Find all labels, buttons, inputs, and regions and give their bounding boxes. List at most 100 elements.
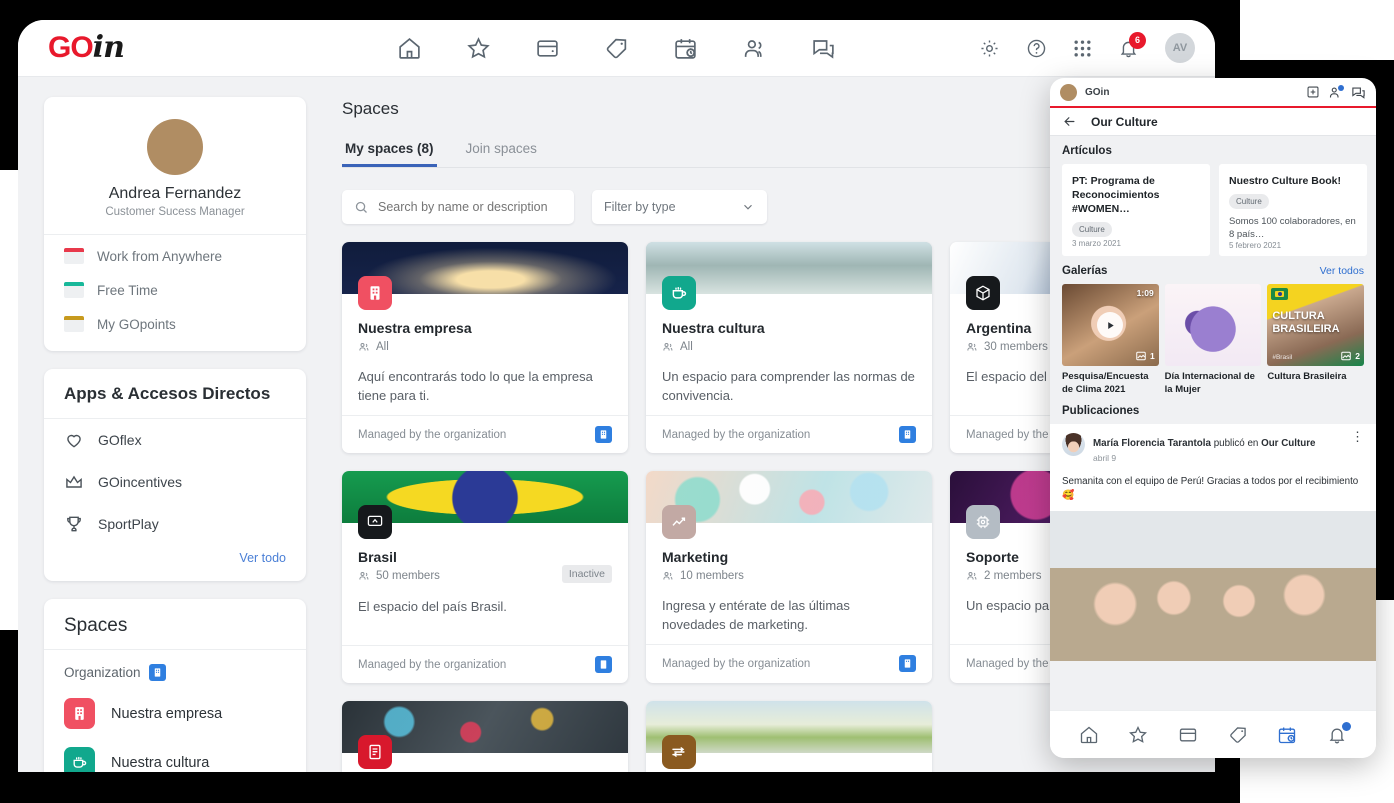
post-date: abril 9 <box>1093 453 1117 463</box>
calendar-clock-icon[interactable] <box>673 36 698 61</box>
card-members-label: 2 members <box>984 570 1042 582</box>
post-byline: María Florencia Tarantola publicó en Our… <box>1093 438 1316 449</box>
filter-label: Filter by type <box>604 200 676 214</box>
filter-by-type-select[interactable]: Filter by type <box>592 190 767 224</box>
profile-avatar[interactable] <box>147 119 203 175</box>
space-card[interactable]: Nuestra cultura All Un espacio para comp… <box>646 242 932 453</box>
card-title: Marketing <box>662 549 729 565</box>
article-card[interactable]: Nuestro Culture Book! Culture Somos 100 … <box>1219 164 1367 256</box>
app-item-label: GOflex <box>98 432 142 448</box>
bell-icon[interactable]: 6 <box>1118 31 1146 59</box>
chat-icon[interactable] <box>811 36 836 61</box>
wallet-icon[interactable] <box>1178 725 1198 745</box>
post-meta: María Florencia Tarantola publicó en Our… <box>1093 433 1343 463</box>
more-vertical-icon[interactable]: ⋮ <box>1351 430 1364 443</box>
space-card[interactable]: Marketing 10 members Ingresa y entérate … <box>646 471 932 683</box>
app-item-sportplay[interactable]: SportPlay <box>44 503 306 545</box>
card-footer: Managed by the organization <box>342 645 628 683</box>
play-icon[interactable] <box>1097 312 1124 338</box>
profile-card: Andrea Fernandez Customer Sucess Manager… <box>44 97 306 351</box>
gallery-item[interactable]: 1:09 1 Pesquisa/Encuesta de Clima 2021 <box>1062 284 1159 396</box>
space-card[interactable]: Nuestra empresa All Aquí encontrarás tod… <box>342 242 628 453</box>
home-icon[interactable] <box>397 36 422 61</box>
card-members-label: 50 members <box>376 570 440 582</box>
building-icon <box>358 276 392 310</box>
apps-title: Apps & Accesos Directos <box>44 369 306 419</box>
tab-join-spaces[interactable]: Join spaces <box>463 141 540 167</box>
gear-icon[interactable] <box>979 38 1000 59</box>
calendar-clock-icon[interactable] <box>1277 725 1297 745</box>
home-icon[interactable] <box>1079 725 1099 745</box>
tag-icon[interactable] <box>1228 725 1248 745</box>
post-card[interactable]: María Florencia Tarantola publicó en Our… <box>1050 424 1376 661</box>
trend-icon <box>662 505 696 539</box>
card-members: 10 members <box>662 570 744 582</box>
articles-row: PT: Programa de Reconocimientos #WOMEN… … <box>1050 164 1376 256</box>
add-box-icon[interactable] <box>1306 85 1320 99</box>
apps-shortcuts-card: Apps & Accesos Directos GOflex GOincenti… <box>44 369 306 581</box>
profile-item-my-gopoints[interactable]: My GOpoints <box>44 307 306 341</box>
gallery-item[interactable]: Día Internacional de la Mujer <box>1164 284 1262 396</box>
card-members-label: All <box>376 341 389 353</box>
gallery-item[interactable]: CULTURA BRASILEIRA #Brasil 2 Cultura Bra… <box>1267 284 1365 396</box>
mobile-avatar[interactable] <box>1060 83 1077 101</box>
tab-my-spaces[interactable]: My spaces (8) <box>342 141 437 167</box>
card-description: Ingresa y entérate de las últimas noveda… <box>662 598 850 632</box>
space-card[interactable]: Brasil 50 members Inactive El espacio de… <box>342 471 628 683</box>
card-body: Nuestra empresa All Aquí encontrarás tod… <box>342 294 628 415</box>
profile-role: Customer Sucess Manager <box>105 206 245 218</box>
app-item-goflex[interactable]: GOflex <box>44 419 306 461</box>
app-body: Andrea Fernandez Customer Sucess Manager… <box>18 77 1215 772</box>
profile-item-work-from-anywhere[interactable]: Work from Anywhere <box>44 239 306 273</box>
card-title: Nuestra empresa <box>358 320 472 336</box>
members-icon <box>662 570 674 582</box>
bell-icon[interactable] <box>1327 721 1352 745</box>
app-item-label: GOincentives <box>98 474 183 490</box>
star-icon[interactable] <box>466 36 491 61</box>
post-image[interactable] <box>1050 511 1376 661</box>
card-title: Argentina <box>966 320 1032 336</box>
card-members: 50 members <box>358 570 440 582</box>
article-title: Nuestro Culture Book! <box>1229 175 1342 187</box>
apps-grid-icon[interactable] <box>1073 39 1092 58</box>
notification-dot <box>1342 721 1352 731</box>
mobile-scroll-area[interactable]: Artículos PT: Programa de Reconocimiento… <box>1050 136 1376 710</box>
gallery-thumbnail: 1:09 1 <box>1062 284 1159 366</box>
avatar[interactable]: AV <box>1165 33 1195 63</box>
search-box[interactable] <box>342 190 574 224</box>
app-item-goincentives[interactable]: GOincentives <box>44 461 306 503</box>
decor-block-left <box>0 170 18 630</box>
search-input[interactable] <box>378 200 562 214</box>
wallet-icon[interactable] <box>535 36 560 61</box>
spaces-title: Spaces <box>44 599 306 650</box>
galleries-see-all-link[interactable]: Ver todos <box>1320 265 1364 277</box>
managed-label: Managed by the organization <box>358 428 507 441</box>
organization-row: Organization <box>44 650 306 689</box>
sidebar-space-nuestra-cultura[interactable]: Nuestra cultura <box>44 738 306 772</box>
see-all-link[interactable]: Ver todo <box>239 551 286 565</box>
sidebar-space-nuestra-empresa[interactable]: Nuestra empresa <box>44 689 306 738</box>
post-author-avatar[interactable] <box>1062 433 1085 456</box>
posts-section-title: Publicaciones <box>1062 405 1140 417</box>
add-person-icon[interactable] <box>1328 84 1344 100</box>
tag-icon[interactable] <box>604 36 629 61</box>
article-tag: Culture <box>1229 194 1269 209</box>
back-arrow-icon[interactable] <box>1062 114 1077 129</box>
chat-icon[interactable] <box>1351 85 1366 100</box>
article-card[interactable]: PT: Programa de Reconocimientos #WOMEN… … <box>1062 164 1210 256</box>
card-banner <box>646 701 932 769</box>
space-card[interactable]: Auditores 3 members Inactive <box>342 701 628 772</box>
help-icon[interactable] <box>1026 38 1047 59</box>
crown-icon <box>64 472 84 492</box>
profile-item-free-time[interactable]: Free Time <box>44 273 306 307</box>
gallery-caption: Día Internacional de la Mujer <box>1164 371 1255 395</box>
profile-item-label: My GOpoints <box>97 316 176 332</box>
managed-label: Managed by the organization <box>358 658 507 671</box>
gallery-count: 2 <box>1340 350 1360 362</box>
star-icon[interactable] <box>1128 725 1148 745</box>
gallery-caption: Cultura Brasileira <box>1267 371 1347 382</box>
building-badge-icon <box>148 664 166 681</box>
mobile-header: GOin <box>1050 78 1376 108</box>
people-icon[interactable] <box>742 36 767 61</box>
space-card[interactable]: Runners 3 members <box>646 701 932 772</box>
